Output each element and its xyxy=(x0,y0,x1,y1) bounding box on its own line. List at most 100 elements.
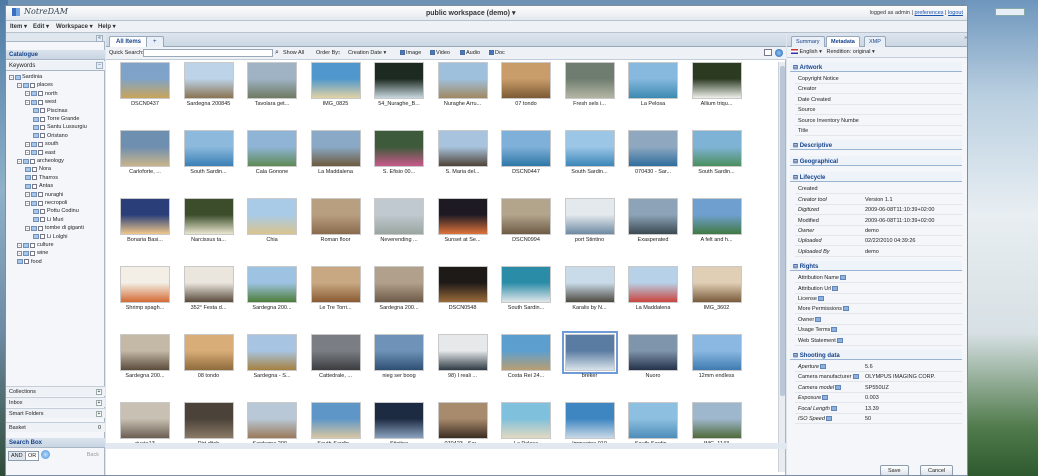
tree-node[interactable]: food xyxy=(17,258,42,266)
metadata-row[interactable]: Owner demo xyxy=(795,226,962,236)
checkbox-icon[interactable] xyxy=(30,82,35,88)
metadata-row[interactable]: Date Created xyxy=(795,95,962,105)
tree-node[interactable]: Santu Lussurgiu xyxy=(33,123,87,131)
thumbnail-image[interactable] xyxy=(691,198,742,235)
edit-icon[interactable] xyxy=(817,296,824,301)
expand-toggle-icon[interactable]: − xyxy=(9,74,14,80)
thumbnail-image[interactable] xyxy=(247,130,297,167)
menu-edit[interactable]: Edit ▾ xyxy=(33,23,49,30)
thumbnail-image[interactable] xyxy=(564,402,615,439)
thumbnail-image[interactable] xyxy=(501,198,551,235)
thumbnail-image[interactable] xyxy=(120,402,170,439)
thumbnail-image[interactable] xyxy=(437,198,488,235)
thumbnail-image[interactable] xyxy=(564,130,615,167)
expand-toggle-icon[interactable]: − xyxy=(25,150,30,156)
thumbnail-image[interactable] xyxy=(564,198,615,235)
metadata-row[interactable]: Focal Length 13.39 xyxy=(795,404,962,414)
show-all-button[interactable]: Show All xyxy=(283,50,304,56)
checkbox-icon[interactable] xyxy=(38,200,43,206)
item-thumbnail[interactable]: Bonaria Basi... xyxy=(114,198,176,258)
item-thumbnail[interactable]: breker xyxy=(559,331,621,394)
thumbnail-image[interactable] xyxy=(691,266,742,303)
item-thumbnail[interactable]: Tavolara get... xyxy=(241,62,303,122)
item-thumbnail[interactable]: La Maddalena xyxy=(622,266,684,326)
tree-node[interactable]: − nuraghi xyxy=(25,191,63,199)
item-thumbnail[interactable]: 070430 - Sar... xyxy=(622,130,684,190)
item-thumbnail[interactable]: S. Efisio 00... xyxy=(368,130,430,190)
thumbnail-image[interactable] xyxy=(120,266,170,303)
inbox-section[interactable]: Inbox + xyxy=(6,397,105,407)
tree-node[interactable]: Pottu Codinu xyxy=(33,207,79,215)
metadata-value[interactable]: 5.6 xyxy=(865,364,873,370)
metadata-value[interactable]: demo xyxy=(865,249,879,255)
checkbox-icon[interactable] xyxy=(38,141,43,147)
filter-doc[interactable]: Doc xyxy=(489,50,505,56)
metadata-value[interactable]: 2009-06-08T11:10:39+02:00 xyxy=(865,218,934,224)
item-thumbnail[interactable]: Shrimp spagh... xyxy=(114,266,176,326)
thumbnail-image[interactable] xyxy=(501,266,551,303)
edit-icon[interactable] xyxy=(825,416,832,421)
expand-icon[interactable]: + xyxy=(96,411,102,417)
thumbnail-image[interactable] xyxy=(310,402,361,439)
metadata-section-header[interactable]: ⊟ Descriptive xyxy=(790,140,962,151)
or-button[interactable]: OR xyxy=(25,451,40,461)
checkbox-icon[interactable] xyxy=(489,50,494,55)
item-thumbnail[interactable]: Le Tre Torri... xyxy=(305,266,367,326)
item-thumbnail[interactable]: South Sardin... xyxy=(559,130,621,190)
tab-metadata[interactable]: Metadata xyxy=(826,36,860,47)
metadata-value[interactable]: demo xyxy=(865,228,879,234)
thumbnail-image[interactable] xyxy=(183,266,234,303)
thumbnail-image[interactable] xyxy=(561,331,618,374)
collections-section[interactable]: Collections + xyxy=(6,386,105,396)
thumbnail-image[interactable] xyxy=(310,334,361,371)
item-thumbnail[interactable]: 54_Nuraghe_B... xyxy=(368,62,430,122)
cancel-button[interactable]: Cancel xyxy=(920,465,954,475)
metadata-value[interactable]: OLYMPUS IMAGING CORP. xyxy=(865,374,935,380)
metadata-row[interactable]: Attribution Url xyxy=(795,284,962,294)
edit-icon[interactable] xyxy=(832,285,839,291)
tree-node[interactable]: − necropoli xyxy=(25,199,67,207)
metadata-row[interactable]: Digitized 2009-06-08T11:10:39+02:00 xyxy=(795,205,962,216)
thumbnail-image[interactable] xyxy=(437,62,488,99)
grid-scrollbar[interactable] xyxy=(778,62,785,472)
thumbnail-image[interactable] xyxy=(310,198,361,235)
order-by-select[interactable]: Creation Date ▾ xyxy=(348,50,386,56)
metadata-row[interactable]: Attribution Name xyxy=(795,273,962,284)
metadata-row[interactable]: Camera model SP550UZ xyxy=(795,383,962,393)
tree-node[interactable]: Torre Grande xyxy=(33,115,79,123)
tree-node[interactable]: Tharros xyxy=(25,174,58,182)
metadata-value[interactable]: 0.003 xyxy=(865,395,879,401)
thumbnail-image[interactable] xyxy=(183,130,234,167)
back-button[interactable]: Back xyxy=(85,451,101,459)
item-thumbnail[interactable]: Sardegna 200845 xyxy=(178,62,240,122)
sort-direction-icon[interactable]: ↕ xyxy=(338,50,341,56)
metadata-value[interactable]: 02/22/2010 04:39:26 xyxy=(865,238,915,244)
thumbnail-image[interactable] xyxy=(374,62,424,99)
edit-icon[interactable] xyxy=(852,374,859,380)
tree-node[interactable]: − tombe di giganti xyxy=(25,224,84,232)
thumbnail-image[interactable] xyxy=(437,266,488,303)
item-thumbnail[interactable]: La Pelosa xyxy=(495,402,557,462)
checkbox-icon[interactable] xyxy=(38,91,43,97)
thumbnail-image[interactable] xyxy=(437,130,488,167)
item-thumbnail[interactable]: S. Maria del... xyxy=(432,130,494,190)
tree-node[interactable]: − south xyxy=(25,140,58,148)
checkbox-icon[interactable] xyxy=(40,116,45,122)
checkbox-icon[interactable] xyxy=(430,50,435,55)
item-thumbnail[interactable]: South Sardin... xyxy=(686,130,748,190)
checkbox-icon[interactable] xyxy=(30,158,35,164)
checkbox-icon[interactable] xyxy=(40,108,45,114)
filter-image[interactable]: Image xyxy=(400,50,421,56)
thumbnail-image[interactable] xyxy=(374,198,424,235)
item-thumbnail[interactable]: Sardegna 200... xyxy=(241,266,303,326)
metadata-section-header[interactable]: ⊟ Rights xyxy=(790,261,962,272)
thumbnail-image[interactable] xyxy=(247,266,297,303)
item-thumbnail[interactable]: Sardegna 200... xyxy=(241,402,303,462)
expand-toggle-icon[interactable]: − xyxy=(25,99,30,105)
metadata-value[interactable]: 50 xyxy=(865,416,871,422)
item-thumbnail[interactable]: rivata13 xyxy=(114,402,176,462)
metadata-value[interactable]: Version 1.1 xyxy=(865,197,893,203)
thumbnail-image[interactable] xyxy=(310,62,361,99)
expand-toggle-icon[interactable]: − xyxy=(25,192,30,198)
checkbox-icon[interactable] xyxy=(32,166,37,172)
